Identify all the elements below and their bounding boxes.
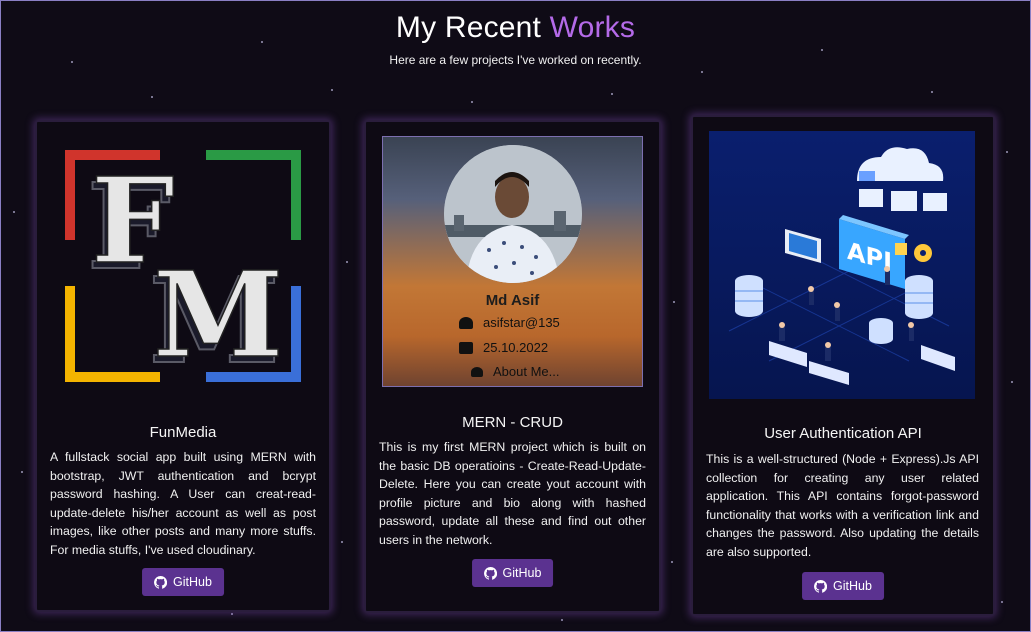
mern-crud-preview: Md Asif asifstar@135 25.10.2022 About Me…	[382, 136, 643, 387]
project-title: MERN - CRUD	[462, 414, 563, 431]
github-button-label: GitHub	[833, 579, 872, 593]
page-title-accent: Works	[549, 11, 636, 44]
profile-username-row: asifstar@135	[459, 315, 560, 330]
funmedia-logo: F F M M	[65, 150, 301, 391]
github-icon	[483, 566, 497, 580]
github-icon	[154, 575, 168, 589]
page-title-main: My Recent	[395, 11, 550, 44]
project-card-mern-crud: Md Asif asifstar@135 25.10.2022 About Me…	[364, 120, 661, 613]
project-card-user-auth-api: API User Authentication API This is a we…	[691, 115, 995, 616]
project-description: This is a well-structured (Node + Expres…	[706, 452, 979, 559]
svg-text:M: M	[153, 245, 284, 384]
profile-about-row: About Me...	[471, 364, 559, 379]
users-icon	[471, 366, 483, 377]
github-button-label: GitHub	[173, 575, 212, 589]
page-title: My Recent Works	[1, 11, 1030, 45]
github-button[interactable]: GitHub	[142, 568, 224, 596]
project-description: A fullstack social app built using MERN …	[50, 450, 316, 557]
avatar	[444, 145, 582, 283]
github-button-label: GitHub	[502, 566, 542, 580]
project-title: FunMedia	[149, 424, 217, 441]
profile-date: 25.10.2022	[483, 340, 549, 355]
page-subtitle: Here are a few projects I've worked on r…	[389, 53, 642, 67]
calendar-icon	[459, 341, 473, 354]
user-edit-icon	[459, 316, 473, 329]
project-description: This is my first MERN project which is b…	[379, 440, 646, 547]
project-card-funmedia: F F M M FunMedia A fullstack social app …	[35, 120, 331, 612]
github-button[interactable]: GitHub	[802, 572, 884, 600]
profile-name: Md Asif	[485, 292, 540, 309]
api-illustration: API	[709, 131, 975, 399]
github-icon	[814, 579, 828, 593]
profile-about: About Me...	[493, 364, 560, 379]
profile-date-row: 25.10.2022	[459, 340, 548, 355]
github-button[interactable]: GitHub	[471, 559, 554, 587]
project-title: User Authentication API	[764, 425, 922, 442]
profile-username: asifstar@135	[483, 315, 560, 330]
